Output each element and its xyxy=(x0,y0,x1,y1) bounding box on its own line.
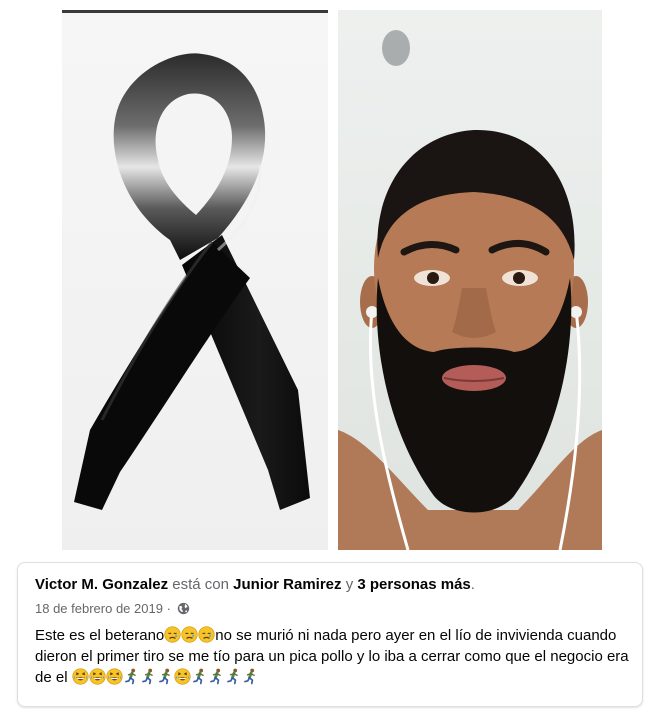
laughing-face-icon xyxy=(72,668,89,685)
header-period: . xyxy=(470,576,475,593)
running-person-icon xyxy=(140,668,157,685)
emoji-group-laugh-run xyxy=(72,669,259,686)
running-person-icon xyxy=(225,668,242,685)
post-header: Victor M. Gonzalez está con Junior Ramir… xyxy=(35,575,632,595)
photo-collage xyxy=(0,0,659,558)
running-person-icon xyxy=(123,668,140,685)
post-card: Victor M. Gonzalez está con Junior Ramir… xyxy=(17,562,643,707)
sad-face-icon xyxy=(198,626,215,643)
black-ribbon-image[interactable] xyxy=(62,10,328,550)
and-text: y xyxy=(345,576,354,593)
black-ribbon-icon xyxy=(74,53,310,510)
message-text-part1: Este es el beterano xyxy=(35,627,165,644)
laughing-face-icon xyxy=(174,668,191,685)
running-person-icon xyxy=(242,668,259,685)
laughing-face-icon xyxy=(89,668,106,685)
post-meta: 18 de febrero de 2019 · xyxy=(35,600,190,620)
tagged-user-link[interactable]: Junior Ramirez xyxy=(233,576,341,593)
post-message: Este es el beterano no se murió ni nada p… xyxy=(35,625,635,688)
globe-icon[interactable] xyxy=(177,602,190,620)
meta-separator: · xyxy=(166,601,171,616)
emoji-group-sad xyxy=(164,627,215,644)
running-person-icon xyxy=(157,668,174,685)
sad-face-icon xyxy=(164,626,181,643)
man-portrait-icon xyxy=(338,30,602,550)
sad-face-icon xyxy=(181,626,198,643)
running-person-icon xyxy=(191,668,208,685)
with-text: está con xyxy=(172,576,229,593)
man-selfie-image[interactable] xyxy=(338,10,602,550)
others-link[interactable]: 3 personas más xyxy=(357,576,470,593)
running-person-icon xyxy=(208,668,225,685)
laughing-face-icon xyxy=(106,668,123,685)
post-date-link[interactable]: 18 de febrero de 2019 xyxy=(35,601,163,616)
author-name-link[interactable]: Victor M. Gonzalez xyxy=(35,576,168,593)
image-top-border xyxy=(62,10,328,13)
